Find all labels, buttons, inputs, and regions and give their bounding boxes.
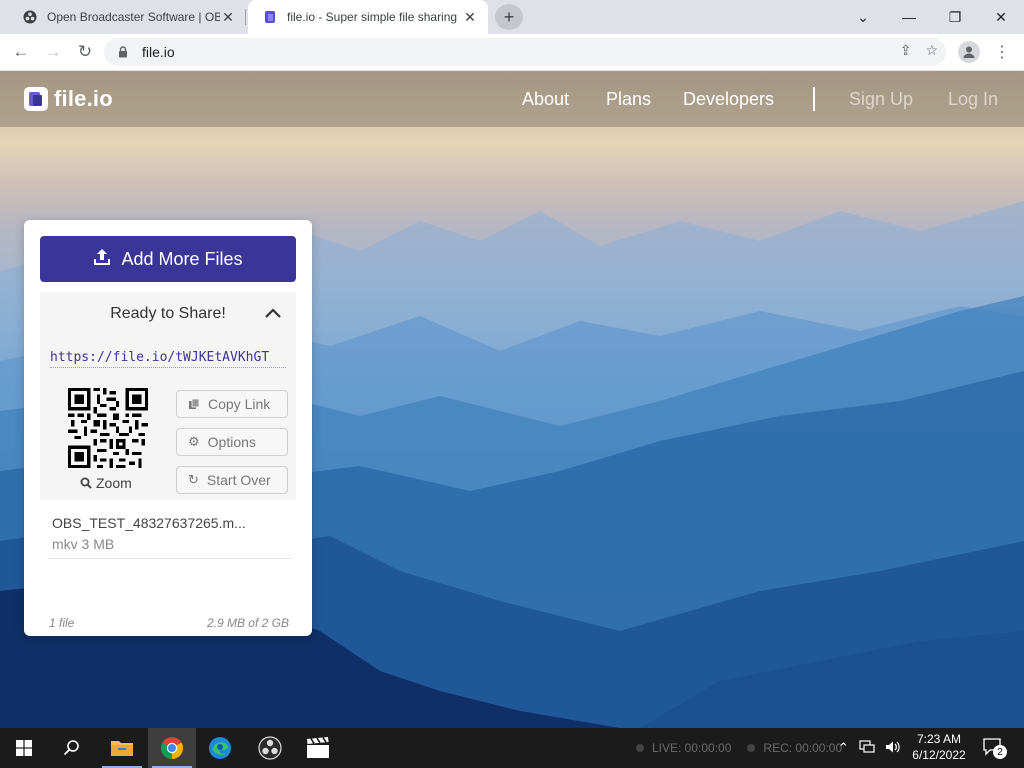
site-header: file.io About Plans Developers Sign Up L…: [0, 71, 1024, 127]
copy-icon: [189, 398, 200, 409]
back-button[interactable]: ←: [8, 39, 34, 65]
profile-avatar[interactable]: [958, 41, 980, 63]
browser-tab-strip: Open Broadcaster Software | OBS ✕ file.i…: [0, 0, 1024, 34]
refresh-icon: ↻: [188, 472, 199, 487]
obs-icon: [22, 9, 38, 25]
bookmark-star-icon[interactable]: ☆: [925, 42, 938, 59]
forward-button[interactable]: →: [40, 39, 66, 65]
nav-divider: [813, 87, 815, 111]
fileio-icon: [262, 9, 278, 25]
site-logo[interactable]: file.io: [24, 86, 113, 112]
nav-plans[interactable]: Plans: [606, 89, 651, 110]
tab-search-icon[interactable]: ⌄: [840, 0, 886, 34]
brand-name: file.io: [54, 86, 113, 111]
share-icon[interactable]: ⇪: [900, 42, 912, 59]
notification-center-icon[interactable]: 2: [982, 736, 1008, 760]
obs-icon[interactable]: [246, 728, 294, 768]
gear-icon: ⚙: [188, 434, 200, 449]
nav-login[interactable]: Log In: [948, 89, 998, 110]
obs-status: LIVE: 00:00:00 REC: 00:00:00: [636, 728, 842, 768]
clapperboard-icon[interactable]: [294, 728, 342, 768]
share-link[interactable]: https://file.io/tWJKEtAVKhGT: [50, 350, 286, 368]
address-bar[interactable]: file.io ⇪ ☆: [104, 38, 946, 66]
file-count: 1 file: [49, 616, 75, 630]
add-more-files-button[interactable]: Add More Files: [40, 236, 296, 282]
nav-developers[interactable]: Developers: [683, 89, 774, 110]
rec-dot-icon: [747, 744, 756, 752]
tab-fileio[interactable]: file.io - Super simple file sharing ✕: [248, 0, 488, 34]
start-over-label: Start Over: [206, 472, 271, 488]
storage-usage: 2.9 MB of 2 GB: [206, 616, 289, 630]
options-label: Options: [207, 434, 256, 450]
nav-signup[interactable]: Sign Up: [849, 89, 913, 110]
notification-badge: 2: [993, 745, 1007, 759]
search-icon: [80, 477, 92, 489]
clock-date: 6/12/2022: [912, 748, 966, 762]
file-divider: [48, 558, 292, 559]
nav-about[interactable]: About: [522, 89, 569, 110]
live-dot-icon: [636, 744, 644, 752]
tab-title: file.io - Super simple file sharing: [287, 10, 458, 24]
obs-live-status: LIVE: 00:00:00: [652, 741, 732, 755]
clock-time: 7:23 AM: [916, 732, 962, 746]
reload-button[interactable]: ↻: [72, 39, 98, 65]
new-tab-button[interactable]: +: [495, 4, 523, 30]
browser-toolbar: ← → ↻ file.io ⇪ ☆ ⋮: [0, 34, 1024, 71]
chevron-up-icon[interactable]: [264, 306, 282, 320]
system-tray: ⌃: [838, 728, 901, 768]
tab-obs[interactable]: Open Broadcaster Software | OBS ✕: [8, 0, 246, 34]
copy-link-button[interactable]: Copy Link: [176, 390, 288, 418]
tab-title: Open Broadcaster Software | OBS: [47, 10, 220, 24]
search-icon[interactable]: [48, 728, 96, 768]
obs-rec-status: REC: 00:00:00: [763, 741, 843, 755]
restore-button[interactable]: ❐: [932, 0, 978, 34]
start-over-button[interactable]: ↻ Start Over: [176, 466, 288, 494]
windows-start-icon[interactable]: [0, 728, 48, 768]
file-explorer-icon[interactable]: [98, 728, 146, 768]
close-tab-icon[interactable]: ✕: [220, 9, 236, 26]
chrome-icon[interactable]: [148, 728, 196, 768]
system-clock[interactable]: 7:23 AM 6/12/2022: [906, 731, 972, 763]
upload-card: Add More Files Ready to Share! https://f…: [24, 220, 312, 636]
share-panel: Ready to Share! https://file.io/tWJKEtAV…: [40, 292, 296, 500]
copy-link-label: Copy Link: [208, 396, 271, 412]
taskbar: LIVE: 00:00:00 REC: 00:00:00 ⌃ 7:23 AM 6…: [0, 728, 1024, 768]
network-icon[interactable]: [859, 739, 875, 757]
file-name: OBS_TEST_48327637265.m...: [52, 515, 246, 531]
ready-status: Ready to Share!: [110, 305, 226, 322]
fileio-logo-icon: [24, 87, 48, 111]
upload-icon: [93, 248, 111, 271]
chevron-up-icon[interactable]: ⌃: [838, 740, 849, 756]
page-viewport: file.io About Plans Developers Sign Up L…: [0, 71, 1024, 728]
file-meta: mkv 3 MB: [52, 536, 115, 552]
zoom-label: Zoom: [96, 475, 132, 491]
qr-zoom-button[interactable]: Zoom: [80, 475, 132, 491]
close-tab-icon[interactable]: ✕: [462, 9, 478, 26]
menu-kebab-icon[interactable]: ⋮: [992, 40, 1012, 64]
minimize-button[interactable]: —: [886, 0, 932, 34]
qr-code: [68, 388, 148, 468]
close-window-button[interactable]: ✕: [978, 0, 1024, 34]
options-button[interactable]: ⚙ Options: [176, 428, 288, 456]
lock-icon[interactable]: [118, 46, 134, 58]
add-more-files-label: Add More Files: [121, 248, 243, 269]
address-text: file.io: [142, 44, 175, 60]
volume-icon[interactable]: [885, 740, 901, 757]
edge-icon[interactable]: [196, 728, 244, 768]
